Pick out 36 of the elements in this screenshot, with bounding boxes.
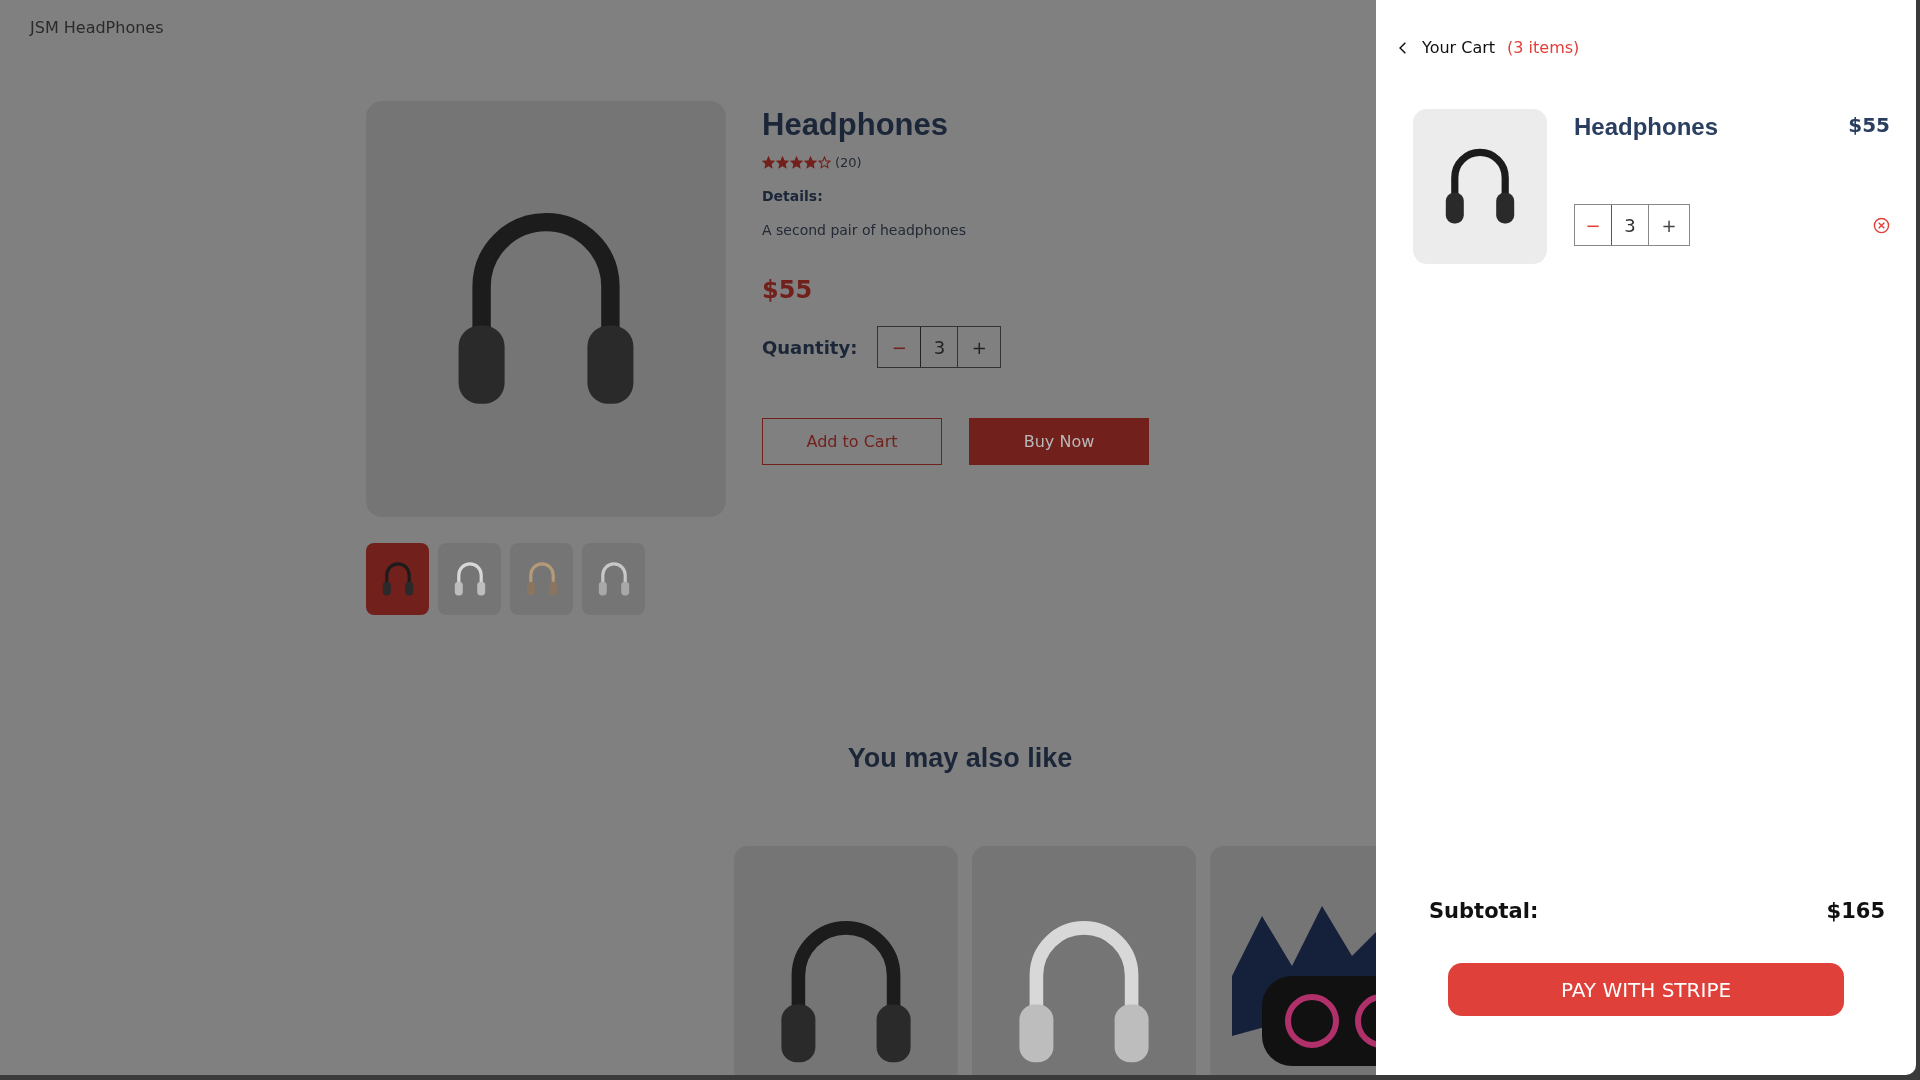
details-label: Details: bbox=[762, 188, 823, 204]
product-title: Headphones bbox=[762, 107, 949, 143]
thumbnail[interactable] bbox=[510, 543, 573, 615]
thumbnail[interactable] bbox=[582, 543, 645, 615]
add-to-cart-button[interactable]: Add to Cart bbox=[762, 418, 942, 465]
quantity-label: Quantity: bbox=[762, 336, 858, 358]
cart-item-count: (3 items) bbox=[1507, 38, 1580, 57]
cart-item-name: Headphones bbox=[1574, 113, 1719, 141]
subtotal-label: Subtotal: bbox=[1429, 899, 1539, 923]
pay-button[interactable]: PAY WITH STRIPE bbox=[1448, 963, 1844, 1016]
product-description: A second pair of headphones bbox=[762, 222, 966, 238]
subtotal-value: $165 bbox=[1826, 899, 1885, 923]
star-icon bbox=[762, 156, 775, 169]
product-card[interactable] bbox=[972, 846, 1196, 1075]
star-icon bbox=[804, 156, 817, 169]
section-title: You may also like bbox=[847, 743, 1073, 774]
remove-icon[interactable] bbox=[1873, 216, 1890, 234]
cart-title: Your Cart bbox=[1422, 38, 1496, 57]
decrease-button[interactable]: − bbox=[878, 327, 921, 367]
quantity-value: 3 bbox=[920, 327, 959, 367]
product-card[interactable] bbox=[1210, 846, 1376, 1075]
increase-button[interactable]: + bbox=[1649, 205, 1689, 245]
star-icon bbox=[790, 156, 803, 169]
cart-item-price: $55 bbox=[1848, 113, 1890, 137]
review-count: (20) bbox=[835, 155, 862, 170]
thumbnail[interactable] bbox=[438, 543, 501, 615]
star-icon bbox=[818, 156, 831, 169]
buy-now-button[interactable]: Buy Now bbox=[969, 418, 1149, 465]
increase-button[interactable]: + bbox=[958, 327, 1001, 367]
brand-name[interactable]: JSM HeadPhones bbox=[30, 18, 164, 37]
star-icon bbox=[776, 156, 789, 169]
thumbnail[interactable] bbox=[366, 543, 429, 615]
product-price: $55 bbox=[762, 276, 813, 304]
decrease-button[interactable]: − bbox=[1575, 205, 1611, 245]
quantity-value: 3 bbox=[1611, 205, 1649, 245]
product-card[interactable] bbox=[734, 846, 958, 1075]
